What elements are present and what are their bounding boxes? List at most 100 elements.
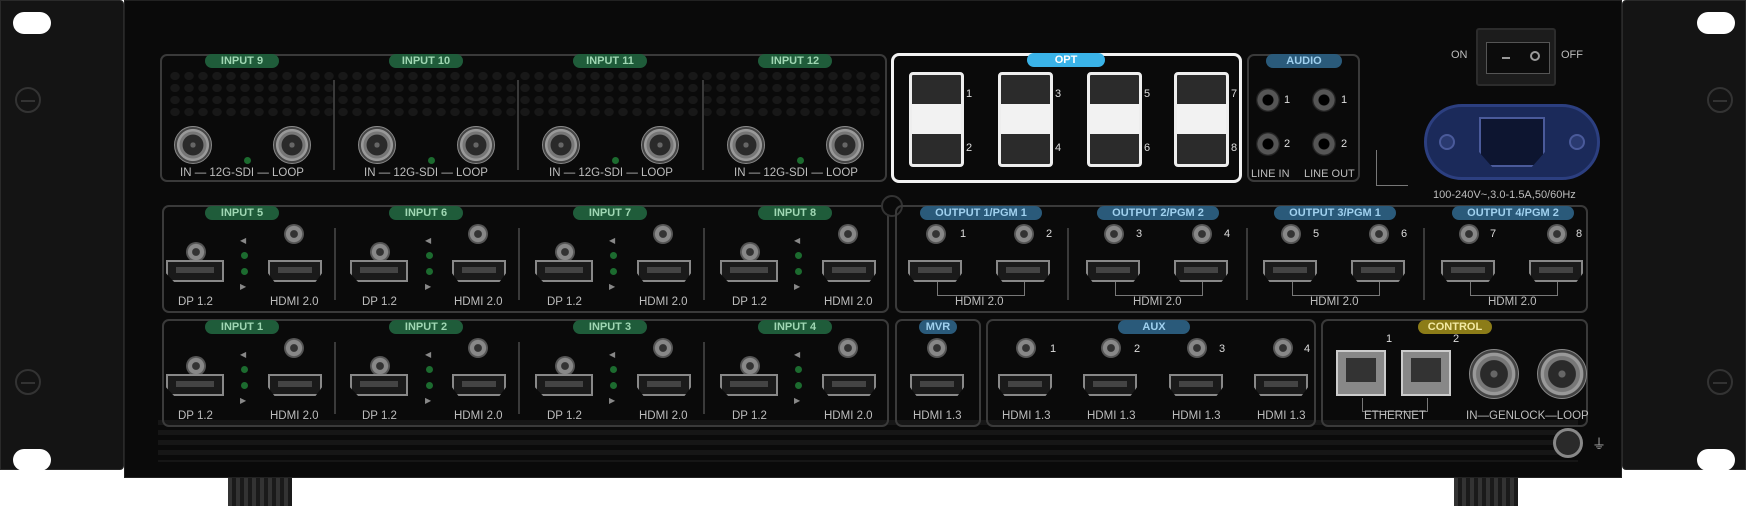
sdi-in-connector[interactable] [727, 126, 765, 164]
divider [333, 80, 335, 170]
dp-port[interactable] [350, 260, 408, 282]
sma-connector[interactable] [186, 242, 206, 262]
line-out-jack[interactable] [1312, 88, 1336, 112]
hdmi-caption: HDMI 2.0 [824, 296, 873, 308]
arrow-right-icon: ▶ [425, 396, 432, 405]
sma-connector[interactable] [1014, 224, 1034, 244]
hdmi-port[interactable] [822, 260, 876, 282]
dp-port[interactable] [720, 260, 778, 282]
opt-port-number: 7 [1231, 88, 1238, 100]
dp-port[interactable] [350, 374, 408, 396]
opt-label: OPT [1027, 53, 1105, 67]
ground-screw[interactable] [1553, 428, 1583, 458]
sma-connector[interactable] [1547, 224, 1567, 244]
sma-connector[interactable] [1101, 338, 1121, 358]
dp-port[interactable] [535, 374, 593, 396]
sma-connector[interactable] [555, 242, 575, 262]
hdmi-port[interactable] [1263, 260, 1317, 282]
line-in-jack[interactable] [1256, 132, 1280, 156]
sdi-in-connector[interactable] [174, 126, 212, 164]
sdi-loop-connector[interactable] [826, 126, 864, 164]
sma-connector[interactable] [838, 338, 858, 358]
dp-port[interactable] [535, 260, 593, 282]
sma-connector[interactable] [1273, 338, 1293, 358]
sma-connector[interactable] [1104, 224, 1124, 244]
hdmi-port[interactable] [1169, 374, 1223, 396]
hdmi-port[interactable] [268, 374, 322, 396]
ethernet-port[interactable] [1336, 350, 1386, 396]
aux-port-number: 4 [1304, 343, 1311, 355]
sdi-in-connector[interactable] [358, 126, 396, 164]
sma-connector[interactable] [370, 242, 390, 262]
sfp-cage[interactable] [909, 72, 964, 167]
hdmi-port[interactable] [998, 374, 1052, 396]
genlock-loop-connector[interactable] [1537, 349, 1587, 399]
hdmi-port[interactable] [637, 260, 691, 282]
hdmi-caption: HDMI 1.3 [1257, 410, 1306, 422]
power-off-label: OFF [1561, 49, 1583, 61]
sma-connector[interactable] [838, 224, 858, 244]
sma-connector[interactable] [468, 338, 488, 358]
hdmi-port[interactable] [1086, 260, 1140, 282]
sma-connector[interactable] [926, 224, 946, 244]
sma-connector[interactable] [284, 224, 304, 244]
output-port-number: 4 [1224, 228, 1231, 240]
mvr-label: MVR [919, 320, 957, 334]
ethernet-port[interactable] [1401, 350, 1451, 396]
hdmi-port[interactable] [822, 374, 876, 396]
sdi-in-connector[interactable] [542, 126, 580, 164]
sma-connector[interactable] [1369, 224, 1389, 244]
hdmi-port[interactable] [1529, 260, 1583, 282]
sdi-loop-connector[interactable] [641, 126, 679, 164]
dp-port[interactable] [166, 260, 224, 282]
sma-connector[interactable] [927, 338, 947, 358]
sfp-cage[interactable] [1087, 72, 1142, 167]
hdmi-port[interactable] [452, 374, 506, 396]
sma-connector[interactable] [740, 356, 760, 376]
hdmi-port[interactable] [1254, 374, 1308, 396]
status-led [426, 268, 433, 275]
hdmi-caption: HDMI 2.0 [270, 410, 319, 422]
sma-connector[interactable] [370, 356, 390, 376]
sfp-cage[interactable] [1174, 72, 1229, 167]
sma-connector[interactable] [186, 356, 206, 376]
sdi-loop-connector[interactable] [273, 126, 311, 164]
sfp-cage[interactable] [998, 72, 1053, 167]
sma-connector[interactable] [653, 224, 673, 244]
status-led [241, 382, 248, 389]
hdmi-port[interactable] [452, 260, 506, 282]
genlock-in-connector[interactable] [1469, 349, 1519, 399]
hdmi-port[interactable] [908, 260, 962, 282]
hdmi-port[interactable] [1083, 374, 1137, 396]
hdmi-port[interactable] [1351, 260, 1405, 282]
sma-connector[interactable] [740, 242, 760, 262]
hdmi-port[interactable] [996, 260, 1050, 282]
sma-connector[interactable] [468, 224, 488, 244]
dp-port[interactable] [720, 374, 778, 396]
sma-connector[interactable] [1187, 338, 1207, 358]
sdi-loop-connector[interactable] [457, 126, 495, 164]
sma-connector[interactable] [1016, 338, 1036, 358]
bracket-line [1115, 282, 1203, 296]
hdmi-port[interactable] [268, 260, 322, 282]
hdmi-port[interactable] [1441, 260, 1495, 282]
sma-connector[interactable] [1281, 224, 1301, 244]
hdmi-port[interactable] [637, 374, 691, 396]
status-led [241, 252, 248, 259]
hdmi-port[interactable] [1174, 260, 1228, 282]
sma-connector[interactable] [1459, 224, 1479, 244]
line-out-jack[interactable] [1312, 132, 1336, 156]
sma-connector[interactable] [284, 338, 304, 358]
line-in-jack[interactable] [1256, 88, 1280, 112]
opt-port-number: 1 [966, 88, 973, 100]
left-rack-ear [0, 0, 124, 471]
power-switch[interactable] [1476, 28, 1556, 86]
iec-power-inlet[interactable] [1424, 104, 1600, 180]
ethernet-caption: ETHERNET [1364, 410, 1426, 422]
sma-connector[interactable] [1192, 224, 1212, 244]
sma-connector[interactable] [555, 356, 575, 376]
sma-connector[interactable] [653, 338, 673, 358]
dp-port[interactable] [166, 374, 224, 396]
hdmi-port[interactable] [910, 374, 964, 396]
input-2-label: INPUT 2 [389, 320, 463, 334]
